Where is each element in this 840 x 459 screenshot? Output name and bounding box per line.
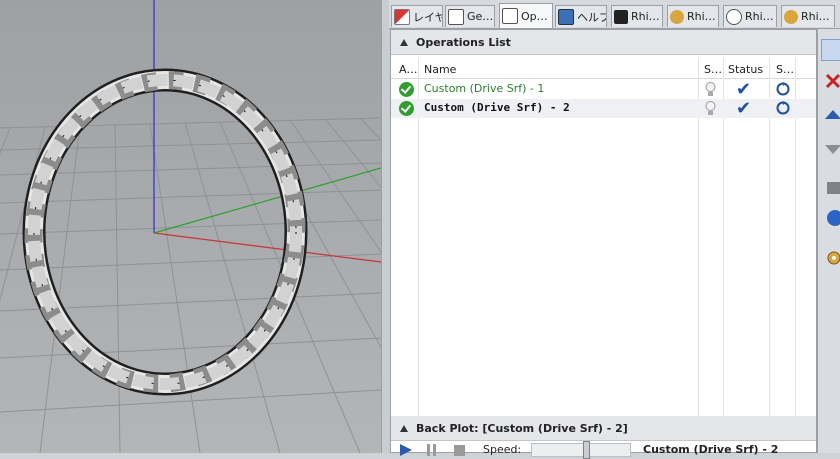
help-icon [558, 8, 574, 25]
active-check-icon[interactable] [399, 101, 414, 116]
nc-icon[interactable] [821, 207, 840, 229]
speed-slider[interactable] [531, 441, 631, 459]
operations-panel: Operations List A… Name S… Status S… Cus… [390, 29, 817, 459]
move-up-icon[interactable] [821, 105, 840, 127]
rhino-icon [670, 9, 684, 24]
tab-rhino-c[interactable]: Rhi… [781, 5, 835, 27]
stop-icon[interactable] [451, 443, 469, 457]
speed-slider-thumb[interactable] [583, 441, 590, 459]
rhino-icon [784, 9, 798, 24]
settings-icon[interactable] [821, 247, 840, 269]
tab-operations[interactable]: Op… [499, 3, 553, 28]
operation-name: Custom (Drive Srf) - 2 [424, 101, 570, 114]
col-regen[interactable]: S… [776, 60, 794, 78]
speed-label: Speed: [483, 443, 522, 456]
backplot-current-op: Custom (Drive Srf) - 2 [643, 443, 779, 456]
status-check-icon: ✔ [736, 79, 752, 100]
tab-rhinogold[interactable]: Rhi… [611, 5, 663, 27]
backplot-title: Back Plot: [Custom (Drive Srf) - 2] [416, 421, 628, 435]
col-name[interactable]: Name [424, 60, 456, 78]
tab-label: Ge… [467, 10, 494, 23]
collapse-icon[interactable] [400, 424, 408, 432]
tab-rhino-b[interactable]: Rhi… [723, 5, 777, 27]
col-status[interactable]: Status [728, 60, 763, 78]
collapse-icon[interactable] [400, 38, 408, 46]
operation-row-selected[interactable]: Custom (Drive Srf) - 2 ✔ [391, 99, 816, 118]
viewport-3d[interactable] [0, 0, 381, 453]
operations-toolbar [817, 29, 840, 453]
tab-layers[interactable]: レイヤ [391, 5, 443, 27]
document-icon [448, 8, 464, 25]
operation-row[interactable]: Custom (Drive Srf) - 1 ✔ [391, 80, 816, 99]
tab-label: ヘルプ [577, 10, 607, 24]
regenerate-icon[interactable] [775, 81, 791, 97]
layers-icon [394, 8, 410, 25]
viewport-canvas[interactable] [0, 0, 381, 453]
operation-name: Custom (Drive Srf) - 1 [424, 82, 545, 95]
active-check-icon[interactable] [399, 82, 414, 97]
regenerate-icon[interactable] [775, 100, 791, 116]
play-icon[interactable] [397, 443, 415, 457]
backplot-header[interactable]: Back Plot: [Custom (Drive Srf) - 2] [391, 416, 816, 441]
tab-label: Rhi… [745, 10, 774, 23]
tab-help[interactable]: ヘルプ [555, 5, 607, 27]
delete-icon[interactable] [821, 69, 840, 91]
move-down-icon[interactable] [821, 137, 840, 159]
pause-icon[interactable] [423, 443, 441, 457]
status-check-icon: ✔ [736, 98, 752, 119]
rhinogold-icon [614, 9, 628, 24]
tab-rhino-a[interactable]: Rhi… [667, 5, 719, 27]
operations-list-header[interactable]: Operations List [391, 30, 816, 55]
document-icon [502, 8, 518, 24]
tab-ge[interactable]: Ge… [445, 5, 495, 27]
lightbulb-icon[interactable] [705, 101, 716, 116]
tab-label: Op… [521, 9, 548, 23]
lightbulb-icon[interactable] [705, 82, 716, 97]
clock-icon [726, 8, 742, 25]
tab-label: Rhi… [631, 10, 660, 23]
operations-list-title: Operations List [416, 35, 511, 49]
panel-tab-bar: レイヤ Ge… Op… ヘルプ Rhi… Rhi… Rhi… Rhi… [389, 0, 840, 29]
panel-splitter[interactable] [381, 0, 390, 453]
col-active[interactable]: A… [399, 60, 418, 78]
stock-icon[interactable] [821, 177, 840, 199]
operations-icon[interactable] [821, 39, 840, 61]
tab-label: Rhi… [687, 10, 716, 23]
tab-label: Rhi… [801, 10, 830, 23]
tab-label: レイヤ [413, 10, 443, 24]
col-shown[interactable]: S… [704, 60, 722, 78]
